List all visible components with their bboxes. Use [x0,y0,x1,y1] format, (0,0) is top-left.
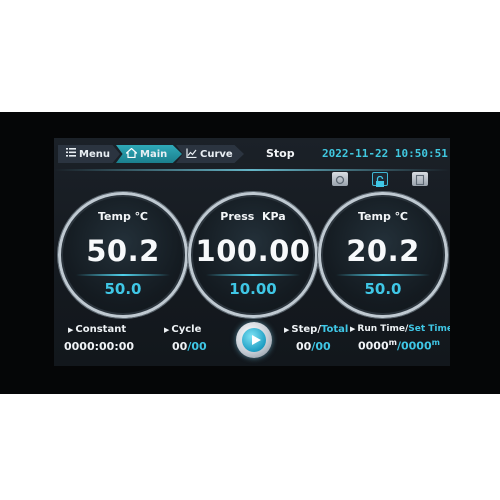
gauge-divider [206,274,300,276]
list-icon [66,148,76,160]
settime-label: Set Time [408,324,450,334]
divider [54,169,450,171]
constant-label-wrap: ▶ Constant [68,324,126,335]
runtime-current: 0000 [358,339,389,353]
total-label: Total [320,324,349,335]
tab-menu[interactable]: Menu [58,145,120,163]
gauge-pressure[interactable]: Press KPa 100.00 10.00 [188,192,318,318]
constant-value: 0000:00:00 [64,340,135,353]
cycle-value: 00/00 [172,340,207,353]
caret-right-icon: ▶ [164,326,170,334]
gauge-set-value[interactable]: 50.0 [318,280,448,298]
settime-unit: m [431,338,440,347]
step-value: 00/00 [296,340,331,353]
step-total: /00 [311,340,331,353]
gauge-title: Temp ℃ [358,210,408,223]
top-bar: Menu Main Curve Stop 2022-11-22 10:50:51 [54,138,450,168]
caret-right-icon: ▶ [284,326,290,334]
gauge-title: Temp ℃ [98,210,148,223]
step-label: Step/ [291,324,321,335]
constant-label: Constant [75,324,127,335]
runtime-label-wrap: ▶ Run Time/Set Time [350,324,450,334]
gauge-divider [76,274,170,276]
document-icon[interactable] [412,172,428,186]
settime-value: /0000 [396,339,432,353]
gauge-temperature-2[interactable]: Temp ℃ 20.2 50.0 [318,192,448,318]
step-current: 00 [296,340,312,353]
tab-menu-label: Menu [79,148,110,160]
tab-main[interactable]: Main [116,145,182,163]
gauge-present-value: 100.00 [195,234,311,268]
caret-right-icon: ▶ [350,325,356,333]
gauge-divider [336,274,430,276]
tab-curve-label: Curve [200,148,233,160]
settings-icon[interactable] [332,172,348,186]
gauge-set-value[interactable]: 50.0 [58,280,188,298]
play-icon [252,335,261,345]
cycle-total: /00 [187,340,207,353]
gauge-temperature-1[interactable]: Temp ℃ 50.2 50.0 [58,192,188,318]
cycle-current: 00 [172,340,188,353]
gauge-set-value[interactable]: 10.00 [188,280,318,298]
tab-curve[interactable]: Curve [176,145,244,163]
hmi-screen: Menu Main Curve Stop 2022-11-22 10:50:51… [54,138,450,366]
gauge-present-value: 50.2 [86,234,160,268]
runtime-label: Run Time/ [357,324,409,334]
runtime-value: 0000m/0000m [358,338,440,353]
gauge-title: Press KPa [220,210,286,223]
start-button[interactable] [236,322,272,358]
runtime-unit: m [388,338,397,347]
gauge-present-value: 20.2 [346,234,420,268]
lock-icon[interactable] [372,172,388,187]
cycle-label-wrap: ▶ Cycle [164,324,201,335]
caret-right-icon: ▶ [68,326,74,334]
cycle-label: Cycle [171,324,202,335]
home-icon [124,147,139,161]
start-button-face [242,328,266,352]
tab-main-label: Main [140,148,168,160]
step-label-wrap: ▶ Step/Total [284,324,348,335]
run-status: Stop [266,147,295,160]
datetime-display: 2022-11-22 10:50:51 [322,147,448,160]
chart-icon [186,148,197,161]
